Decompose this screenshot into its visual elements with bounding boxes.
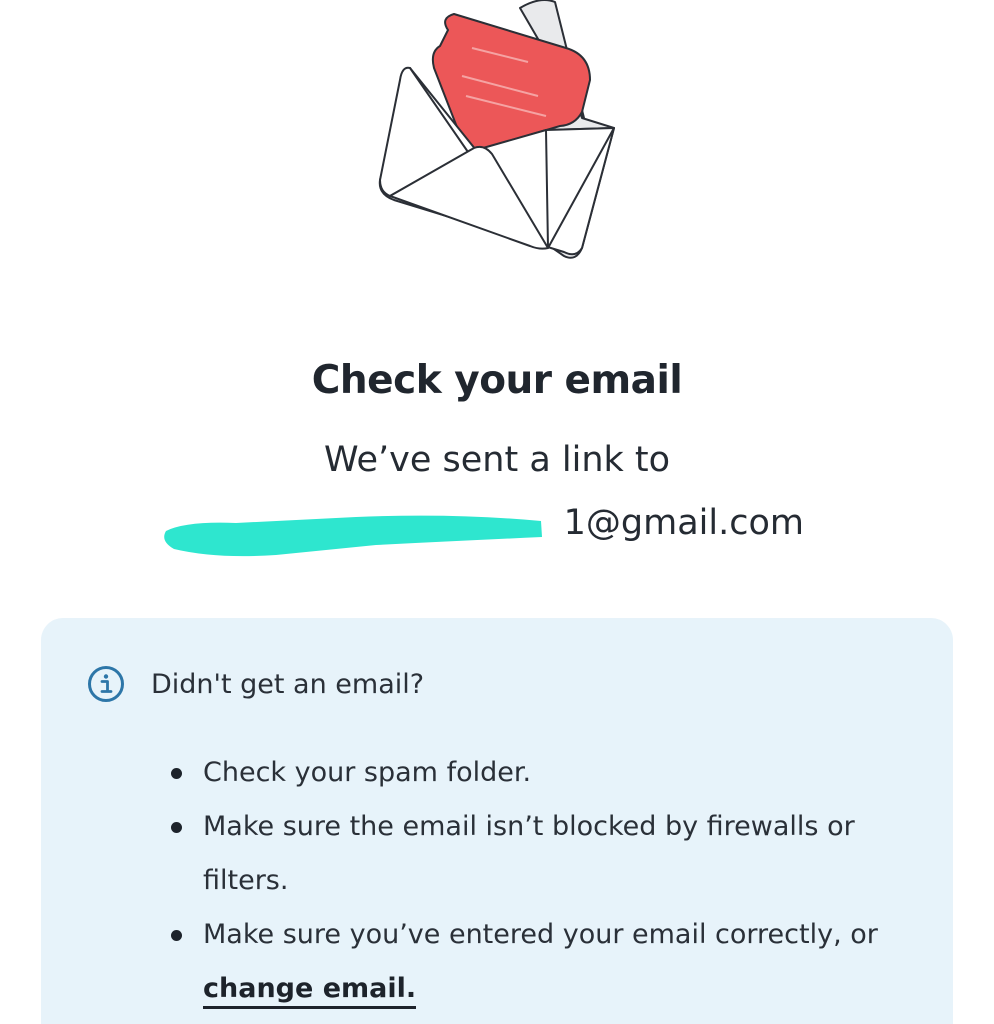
bullet-text-firewall: Make sure the email isn’t blocked by fir… <box>203 811 855 896</box>
help-bullet-list: Check your spam folder. Make sure the em… <box>169 746 889 1016</box>
list-item: Make sure the email isn’t blocked by fir… <box>169 800 889 908</box>
bullet-dot <box>171 822 182 833</box>
change-email-link[interactable]: change email. <box>203 973 417 1009</box>
envelope-illustration <box>370 0 630 270</box>
help-header: Didn't get an email? <box>87 662 424 706</box>
info-icon <box>87 665 125 703</box>
bullet-dot <box>171 768 182 779</box>
list-item: Make sure you’ve entered your email corr… <box>169 908 889 1016</box>
email-address-text: 1@gmail.com <box>563 503 804 543</box>
help-panel: Didn't get an email? Check your spam fol… <box>41 618 953 1024</box>
sent-link-text: We’ve sent a link to <box>323 440 671 480</box>
bullet-dot <box>171 930 182 941</box>
help-title: Didn't get an email? <box>151 668 425 700</box>
redaction-mark <box>164 515 542 557</box>
email-address: 1@gmail.com <box>0 503 994 563</box>
bullet-text-email-correct: Make sure you’ve entered your email corr… <box>203 919 878 950</box>
list-item: Check your spam folder. <box>169 746 889 800</box>
bullet-text-spam: Check your spam folder. <box>203 757 532 788</box>
page-title: Check your email <box>311 358 683 403</box>
